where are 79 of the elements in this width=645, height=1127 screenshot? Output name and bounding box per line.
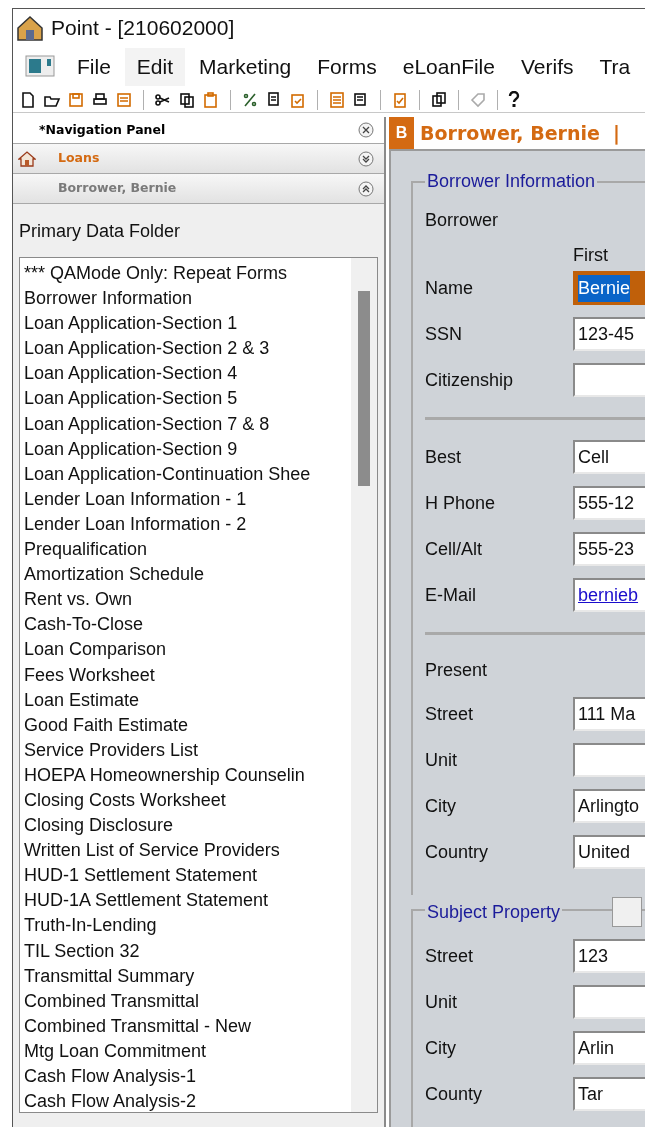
field-label: H Phone: [425, 491, 497, 515]
input-field[interactable]: 555-23: [573, 532, 645, 566]
field-label: Street: [425, 702, 475, 726]
folder-item[interactable]: Borrower Information: [24, 286, 193, 312]
folder-item[interactable]: Cash-To-Close: [24, 612, 144, 638]
input-field[interactable]: Bernie: [573, 271, 645, 305]
section-label: Borrower, Bernie: [58, 179, 178, 198]
menu-item[interactable]: Verifs: [508, 48, 586, 86]
field-label: SSN: [425, 322, 463, 346]
input-field[interactable]: bernieb: [573, 578, 645, 612]
column-label: First: [573, 245, 608, 265]
field-label: Street: [425, 944, 475, 968]
folder-item[interactable]: Closing Disclosure: [24, 813, 174, 839]
field-label: Best: [425, 445, 463, 469]
window-title: Point - [210602000]: [51, 15, 235, 42]
group-heading: Borrower: [425, 208, 499, 232]
form-badge: B: [389, 117, 414, 149]
field-label: Citizenship: [425, 368, 515, 392]
input-field[interactable]: 111 Ma: [573, 697, 645, 731]
folder-item[interactable]: HUD-1 Settlement Statement: [24, 863, 258, 889]
panel-title: *Navigation Panel: [39, 120, 166, 139]
input-field[interactable]: 123-45: [573, 317, 645, 351]
input-field[interactable]: Arlingto: [573, 789, 645, 823]
field-label: City: [425, 1036, 457, 1060]
menu-item[interactable]: Marketing: [187, 48, 304, 86]
field-label: County: [425, 1082, 484, 1106]
folder-item[interactable]: Loan Application-Section 7 & 8: [24, 411, 270, 437]
folder-item[interactable]: Fees Worksheet: [24, 662, 155, 688]
folder-item[interactable]: Good Faith Estimate: [24, 712, 189, 738]
field-label: Cell/Alt: [425, 537, 483, 561]
folder-item[interactable]: Transmittal Summary: [24, 963, 195, 989]
folder-item[interactable]: TIL Section 32: [24, 938, 140, 964]
folder-item[interactable]: Loan Application-Section 4: [24, 361, 238, 387]
folder-item[interactable]: Lender Loan Information - 2: [24, 511, 247, 538]
field-label: Name: [425, 276, 474, 300]
field-label: E-Mail: [425, 583, 477, 607]
folder-item[interactable]: HUD-1A Settlement Statement: [24, 888, 269, 914]
input-field[interactable]: United: [573, 835, 645, 869]
folder-item[interactable]: *** QAMode Only: Repeat Forms: [24, 261, 288, 287]
folder-item[interactable]: Loan Application-Section 1: [24, 311, 238, 337]
field-label: City: [425, 794, 457, 818]
folder-item[interactable]: Closing Costs Worksheet: [24, 787, 226, 814]
folder-item[interactable]: Rent vs. Own: [24, 587, 133, 613]
menu-item[interactable]: eLoanFile: [390, 48, 507, 86]
folder-title: Primary Data Folder: [19, 221, 181, 241]
input-field[interactable]: Cell: [573, 440, 645, 474]
menu-item[interactable]: File: [65, 48, 123, 86]
folder-item[interactable]: Combined Transmittal - New: [24, 1013, 252, 1039]
field-label: Unit: [425, 748, 458, 772]
folder-item[interactable]: Loan Estimate: [24, 687, 140, 713]
folder-item[interactable]: Amortization Schedule: [24, 562, 205, 588]
folder-item[interactable]: Loan Application-Continuation Shee: [24, 461, 311, 487]
field-label: Unit: [425, 990, 458, 1014]
form-title: Borrower, Bernie |: [420, 120, 620, 147]
menu-item[interactable]: Forms: [305, 48, 389, 86]
folder-item[interactable]: Prequalification: [24, 537, 148, 563]
menu-item[interactable]: Tra: [587, 48, 643, 86]
folder-item[interactable]: Mtg Loan Commitment: [24, 1038, 207, 1064]
accordion-header[interactable]: Borrower, Bernie: [13, 174, 384, 204]
folder-item[interactable]: Service Providers List: [24, 737, 199, 763]
group-heading: Present: [425, 658, 488, 682]
input-field[interactable]: Tar: [573, 1077, 645, 1111]
folder-item[interactable]: HOEPA Homeownership Counselin: [24, 762, 305, 788]
folder-item[interactable]: Truth-In-Lending: [24, 913, 157, 939]
folder-item[interactable]: Cash Flow Analysis-1: [24, 1064, 197, 1090]
input-field[interactable]: 555-12: [573, 486, 645, 520]
folder-item[interactable]: Loan Comparison: [24, 637, 167, 663]
folder-item[interactable]: Loan Application-Section 2 & 3: [24, 336, 270, 362]
folder-item[interactable]: Combined Transmittal: [24, 988, 200, 1014]
folder-item[interactable]: Loan Application-Section 5: [24, 386, 238, 412]
folder-item[interactable]: Loan Application-Section 9: [24, 436, 238, 462]
folder-item[interactable]: Cash Flow Analysis-2: [24, 1089, 197, 1112]
input-field[interactable]: 123: [573, 939, 645, 973]
input-field[interactable]: Arlin: [573, 1031, 645, 1065]
section-label: Loans: [58, 149, 101, 168]
menu-item[interactable]: Edit: [124, 48, 186, 86]
folder-item[interactable]: Lender Loan Information - 1: [24, 486, 247, 512]
field-label: Country: [425, 840, 490, 864]
folder-item[interactable]: Written List of Service Providers: [24, 838, 280, 864]
